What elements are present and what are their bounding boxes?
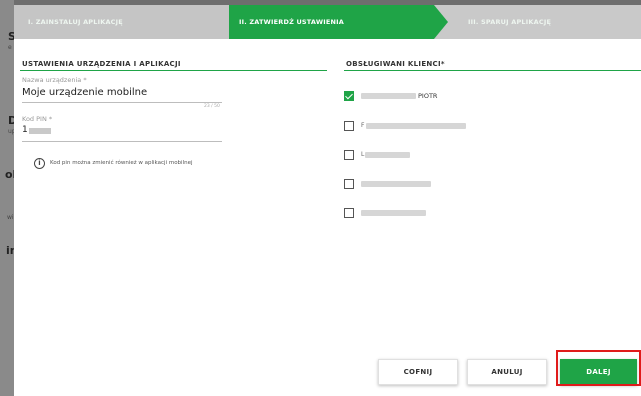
step-label: II. ZATWIERDŹ USTAWIENIA bbox=[239, 18, 344, 26]
background-text: e bbox=[8, 44, 12, 51]
redacted-text bbox=[361, 181, 431, 187]
checkbox-icon[interactable] bbox=[344, 179, 354, 189]
device-name-label: Nazwa urządzenia * bbox=[22, 76, 87, 84]
client-checkbox-5[interactable] bbox=[344, 208, 484, 218]
section-divider bbox=[344, 70, 641, 71]
wizard-stepper: I. ZAINSTALUJ APLIKACJĘ II. ZATWIERDŹ US… bbox=[14, 5, 641, 39]
info-icon: i bbox=[34, 158, 45, 169]
step-pair-app: III. SPARUJ APLIKACJĘ bbox=[434, 5, 641, 39]
checkbox-icon[interactable] bbox=[344, 208, 354, 218]
client-checkbox-2[interactable]: F bbox=[344, 121, 484, 131]
device-name-input[interactable]: Moje urządzenie mobilne bbox=[22, 87, 147, 98]
background-text: wi bbox=[7, 214, 14, 221]
device-name-counter: 23 / 50 bbox=[204, 104, 220, 109]
client-name: PIOTR bbox=[418, 92, 438, 100]
redacted-text bbox=[361, 210, 426, 216]
device-settings-title: USTAWIENIA URZĄDZENIA I APLIKACJI bbox=[22, 60, 181, 68]
section-divider bbox=[20, 70, 327, 71]
device-name-underline bbox=[22, 102, 222, 103]
pin-mask bbox=[29, 128, 51, 134]
client-name: L bbox=[361, 151, 365, 158]
pin-value: 1 bbox=[22, 125, 28, 135]
step-label: I. ZAINSTALUJ APLIKACJĘ bbox=[28, 18, 123, 26]
step-confirm-settings: II. ZATWIERDŹ USTAWIENIA bbox=[229, 5, 448, 39]
redacted-text bbox=[366, 123, 466, 129]
cancel-button[interactable]: ANULUJ bbox=[467, 359, 547, 385]
highlight-box bbox=[556, 350, 641, 386]
redacted-text bbox=[361, 93, 416, 99]
redacted-text bbox=[365, 152, 410, 158]
back-button[interactable]: COFNIJ bbox=[378, 359, 458, 385]
checkbox-checked-icon[interactable] bbox=[344, 91, 354, 101]
pairing-modal: I. ZAINSTALUJ APLIKACJĘ II. ZATWIERDŹ US… bbox=[14, 5, 641, 396]
clients-title: OBSŁUGIWANI KLIENCI* bbox=[346, 60, 445, 68]
step-install-app: I. ZAINSTALUJ APLIKACJĘ bbox=[14, 5, 229, 39]
pin-input[interactable]: 1 bbox=[22, 125, 222, 139]
pin-info-text: Kod pin można zmienić również w aplikacj… bbox=[50, 160, 193, 166]
client-checkbox-3[interactable]: L bbox=[344, 150, 484, 160]
client-name: F bbox=[361, 122, 365, 129]
step-label: III. SPARUJ APLIKACJĘ bbox=[468, 18, 552, 26]
checkbox-icon[interactable] bbox=[344, 121, 354, 131]
checkbox-icon[interactable] bbox=[344, 150, 354, 160]
client-checkbox-1[interactable]: PIOTR bbox=[344, 91, 484, 101]
pin-underline bbox=[22, 141, 222, 142]
background-page: S e D up ol wi in bbox=[0, 0, 18, 396]
pin-label: Kod PIN * bbox=[22, 115, 53, 123]
client-checkbox-4[interactable] bbox=[344, 179, 484, 189]
